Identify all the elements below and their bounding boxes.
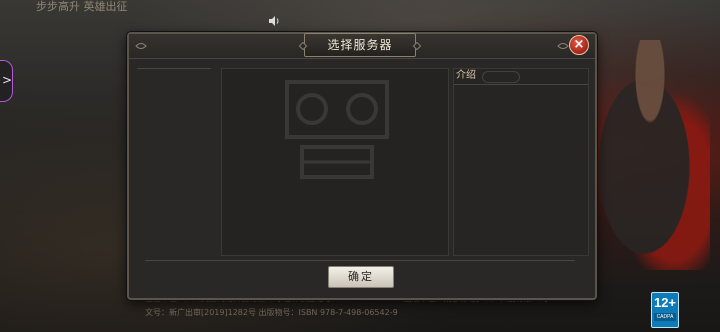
ornament-icon [557, 43, 569, 49]
intro-tag-decoration [482, 71, 520, 83]
intro-panel: 介绍 [453, 68, 589, 256]
divider [137, 68, 211, 69]
divider [145, 260, 575, 261]
dialog-header: 选择服务器 × [129, 33, 595, 59]
ornament-icon [135, 43, 147, 49]
server-emblem-icon [285, 80, 389, 179]
background-banner-text: 步步高升 英雄出征 [36, 0, 128, 13]
confirm-button[interactable]: 确定 [328, 266, 394, 288]
legal-line-2: 文号：新广出审[2019]1282号 出版物号：ISBN 978-7-498-0… [145, 308, 398, 317]
warrior-artwork [590, 40, 710, 270]
server-select-dialog: 选择服务器 × 介绍 确定 [127, 32, 597, 300]
speaker-icon[interactable] [268, 15, 280, 27]
server-list-panel[interactable] [137, 68, 215, 254]
dialog-title: 选择服务器 [304, 33, 416, 57]
intro-label: 介绍 [456, 70, 476, 81]
close-icon: × [573, 37, 585, 52]
divider [454, 84, 588, 85]
age-rating-label: CADPA [654, 313, 676, 321]
age-rating-value: 12+ [653, 295, 677, 310]
server-detail-panel [221, 68, 449, 256]
side-drawer-tab[interactable]: > [0, 60, 13, 102]
chevron-right-icon: > [2, 73, 13, 87]
close-button[interactable]: × [569, 35, 589, 55]
age-rating-badge: 12+ CADPA [651, 292, 679, 328]
